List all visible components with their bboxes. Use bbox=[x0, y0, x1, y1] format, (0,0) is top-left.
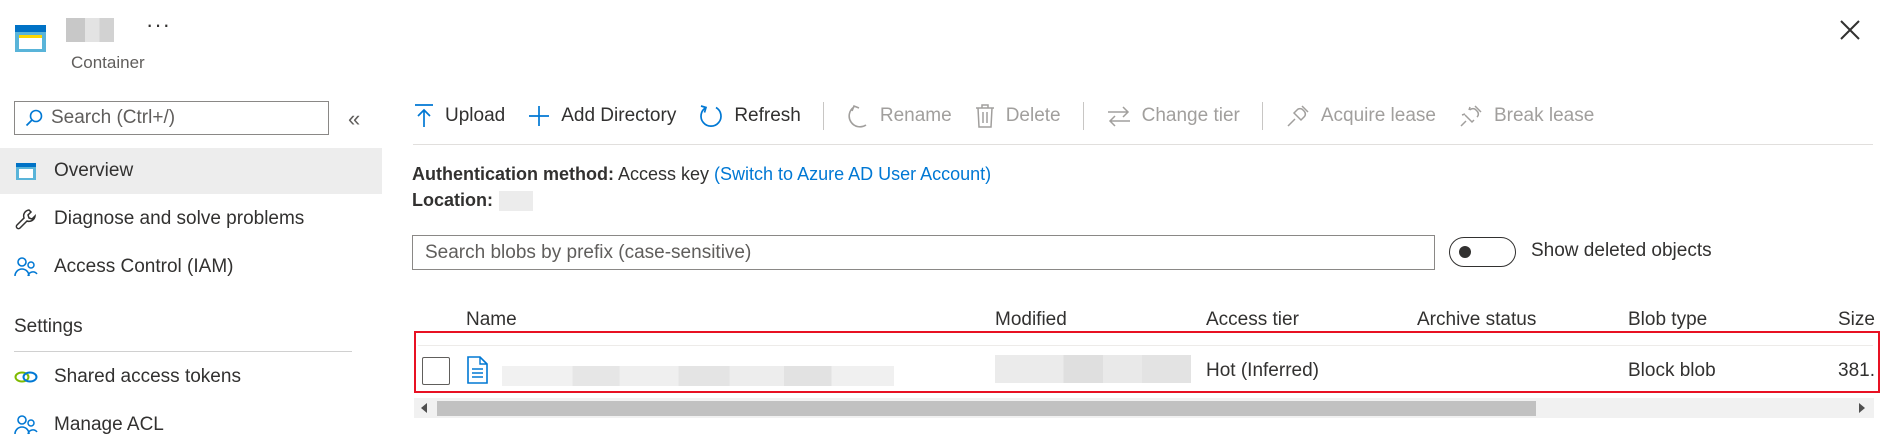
rename-button[interactable]: Rename bbox=[846, 96, 952, 136]
sidebar-item-label: Manage ACL bbox=[54, 414, 164, 435]
delete-button[interactable]: Delete bbox=[974, 96, 1061, 136]
column-header-blob-type[interactable]: Blob type bbox=[1628, 309, 1707, 331]
modified-date-redacted bbox=[995, 355, 1191, 383]
container-icon bbox=[15, 25, 46, 52]
sidebar-item-access-control[interactable]: Access Control (IAM) bbox=[0, 244, 382, 290]
command-bar: Upload Add Directory Refresh Rename Dele… bbox=[413, 96, 1616, 136]
show-deleted-toggle[interactable] bbox=[1449, 237, 1516, 267]
search-icon bbox=[25, 109, 43, 127]
sidebar-item-overview[interactable]: Overview bbox=[0, 148, 382, 194]
rename-icon bbox=[848, 104, 867, 128]
switch-auth-link[interactable]: (Switch to Azure AD User Account) bbox=[714, 164, 991, 184]
access-tier-cell: Hot (Inferred) bbox=[1206, 360, 1319, 381]
auth-method-line: Authentication method: Access key (Switc… bbox=[412, 164, 991, 185]
toolbar-separator bbox=[1261, 102, 1263, 130]
column-header-size[interactable]: Size bbox=[1838, 309, 1875, 331]
scroll-right-arrow-icon[interactable] bbox=[1852, 398, 1872, 418]
section-divider bbox=[14, 351, 352, 352]
show-deleted-label: Show deleted objects bbox=[1531, 240, 1712, 261]
refresh-button[interactable]: Refresh bbox=[698, 96, 801, 136]
acquire-lease-button[interactable]: Acquire lease bbox=[1285, 96, 1436, 136]
row-divider bbox=[418, 345, 1873, 346]
sidebar-item-shared-access-tokens[interactable]: Shared access tokens bbox=[0, 354, 382, 400]
column-header-modified[interactable]: Modified bbox=[995, 309, 1067, 331]
blob-type-cell: Block blob bbox=[1628, 360, 1716, 381]
toolbar-divider bbox=[413, 144, 1873, 145]
add-directory-button[interactable]: Add Directory bbox=[527, 96, 676, 136]
toolbar-separator bbox=[822, 102, 824, 130]
refresh-icon bbox=[700, 105, 723, 128]
close-icon[interactable] bbox=[1836, 16, 1864, 44]
sidebar-search[interactable] bbox=[14, 101, 329, 135]
upload-icon bbox=[415, 104, 433, 127]
toggle-knob bbox=[1459, 246, 1471, 258]
people-icon bbox=[14, 413, 38, 437]
wrench-icon bbox=[14, 207, 38, 231]
plus-icon bbox=[529, 106, 550, 126]
sidebar-item-label: Access Control (IAM) bbox=[54, 256, 234, 277]
collapse-sidebar-button[interactable]: « bbox=[348, 106, 360, 132]
row-checkbox[interactable] bbox=[422, 357, 450, 385]
sidebar-item-label: Overview bbox=[54, 160, 134, 181]
sidebar-item-manage-acl[interactable]: Manage ACL bbox=[0, 402, 382, 447]
resource-type-label: Container bbox=[71, 53, 145, 72]
link-icon bbox=[14, 365, 38, 389]
file-icon bbox=[467, 356, 488, 384]
location-line: Location: bbox=[412, 190, 533, 212]
sidebar-item-diagnose[interactable]: Diagnose and solve problems bbox=[0, 196, 382, 242]
column-header-access-tier[interactable]: Access tier bbox=[1206, 309, 1299, 331]
location-value-redacted bbox=[499, 191, 533, 212]
blob-search-input[interactable] bbox=[412, 235, 1435, 270]
sidebar-item-label: Diagnose and solve problems bbox=[54, 208, 305, 229]
sidebar-search-input[interactable] bbox=[51, 107, 321, 129]
container-icon bbox=[14, 159, 38, 183]
acquire-lease-icon bbox=[1287, 105, 1309, 127]
toolbar-separator bbox=[1082, 102, 1084, 130]
more-options-button[interactable]: ··· bbox=[146, 12, 171, 38]
size-cell: 381. bbox=[1838, 360, 1875, 381]
auth-method-value: Access key bbox=[618, 164, 710, 184]
trash-icon bbox=[975, 104, 994, 128]
swap-icon bbox=[1107, 106, 1130, 127]
scroll-left-arrow-icon[interactable] bbox=[414, 398, 434, 418]
upload-button[interactable]: Upload bbox=[413, 96, 505, 136]
sidebar-section-settings: Settings bbox=[14, 316, 83, 337]
change-tier-button[interactable]: Change tier bbox=[1106, 96, 1240, 136]
people-icon bbox=[14, 255, 38, 279]
blob-name-redacted[interactable] bbox=[502, 366, 894, 386]
resource-name-redacted bbox=[66, 18, 114, 42]
break-lease-icon bbox=[1460, 105, 1482, 127]
break-lease-button[interactable]: Break lease bbox=[1458, 96, 1594, 136]
column-header-name[interactable]: Name bbox=[466, 309, 517, 331]
sidebar-item-label: Shared access tokens bbox=[54, 366, 241, 387]
column-header-archive-status[interactable]: Archive status bbox=[1417, 309, 1536, 331]
scrollbar-thumb[interactable] bbox=[437, 401, 1536, 416]
location-label: Location: bbox=[412, 190, 493, 210]
auth-method-label: Authentication method: bbox=[412, 164, 614, 184]
